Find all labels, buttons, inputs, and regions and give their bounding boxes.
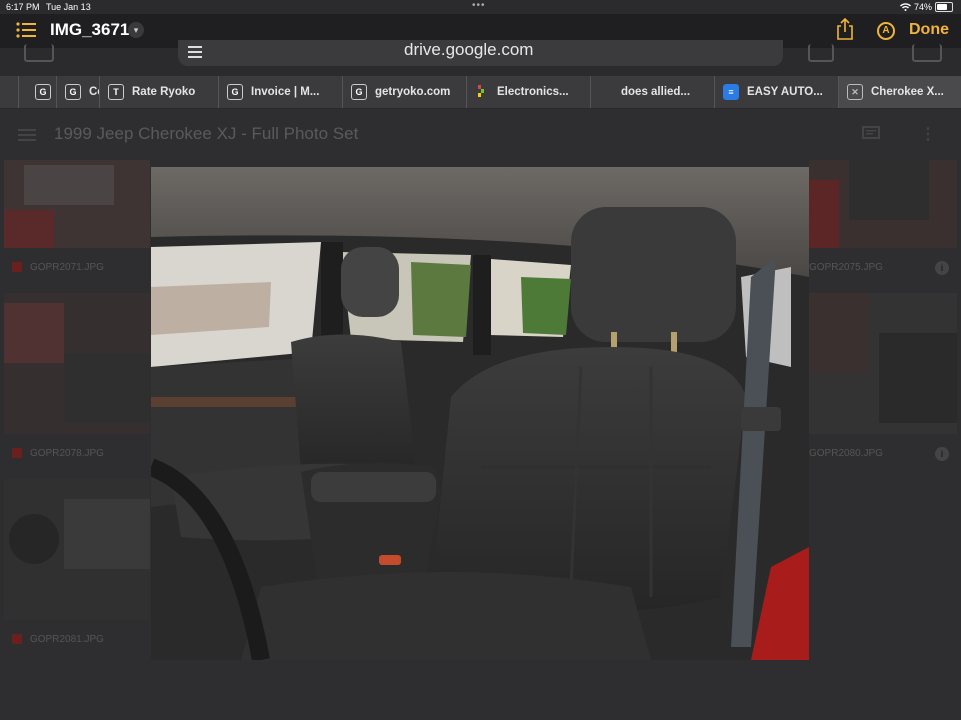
file-label[interactable]: GOPR2078.JPG — [12, 448, 104, 459]
image-file-icon — [12, 262, 22, 273]
battery-percent: 74% — [913, 2, 932, 12]
google-favicon-icon: G — [227, 84, 243, 100]
tab-3[interactable]: G Invoice | M... — [218, 76, 342, 108]
document-title[interactable]: IMG_3671 — [50, 20, 129, 40]
done-button[interactable]: Done — [909, 21, 949, 39]
markup-icon[interactable]: A — [877, 22, 895, 40]
chevron-down-icon[interactable]: ▾ — [128, 22, 144, 38]
tab-2[interactable]: T Rate Ryoko — [99, 76, 218, 108]
battery-indicator: 74% — [899, 2, 953, 12]
image-file-icon — [12, 448, 22, 459]
battery-icon — [935, 2, 953, 12]
share-icon[interactable] — [836, 18, 854, 40]
tab-4[interactable]: Ggetryoko.com — [342, 76, 466, 108]
google-favicon-icon: G — [351, 84, 367, 100]
multitasking-dots-icon[interactable]: ••• — [472, 0, 486, 11]
tabs-icon[interactable] — [808, 44, 834, 62]
file-label[interactable]: GOPR2071.JPG — [12, 262, 104, 273]
file-label[interactable]: GOPR2081.JPG — [12, 634, 104, 645]
car-interior-photo — [151, 167, 809, 660]
tab-5[interactable]: Electronics... — [466, 76, 590, 108]
drive-menu-icon[interactable] — [18, 128, 36, 146]
info-icon[interactable]: i — [935, 447, 949, 461]
tab-0[interactable]: G — [18, 76, 58, 108]
close-icon[interactable]: ✕ — [847, 84, 863, 100]
status-bar: 6:17 PM Tue Jan 13 ••• 74% — [0, 0, 961, 14]
thumbnail[interactable] — [4, 479, 150, 620]
thumbnail[interactable] — [809, 160, 957, 248]
e-favicon-icon: ≡ — [723, 84, 739, 100]
info-icon[interactable]: i — [935, 261, 949, 275]
page-menu-icon[interactable] — [188, 46, 202, 61]
tab-bar: G GCo TRate Ryoko GInvoice | M... Ggetry… — [0, 76, 961, 109]
url-text[interactable]: drive.google.com — [404, 40, 533, 60]
tab-overview-icon[interactable] — [912, 44, 942, 62]
comment-icon[interactable] — [862, 126, 880, 147]
google-favicon-icon: G — [65, 84, 81, 100]
image-file-icon — [12, 634, 22, 645]
t-favicon-icon: T — [108, 84, 124, 100]
thumbnail[interactable] — [809, 293, 957, 434]
tab-1[interactable]: GCo — [56, 76, 100, 108]
tab-6[interactable]: does allied... — [590, 76, 714, 108]
list-icon[interactable] — [16, 22, 36, 38]
file-label[interactable]: GOPR2075.JPG — [809, 262, 883, 273]
tab-8-active[interactable]: ✕ Cherokee X... — [838, 76, 961, 108]
status-date: Tue Jan 13 — [46, 2, 91, 12]
sidebar-toggle-icon[interactable] — [24, 44, 54, 62]
status-time: 6:17 PM — [6, 2, 40, 12]
address-bar[interactable]: drive.google.com — [178, 40, 783, 66]
thumbnail[interactable] — [4, 160, 150, 248]
folder-title: 1999 Jeep Cherokee XJ - Full Photo Set — [54, 124, 359, 143]
thumbnail[interactable] — [4, 293, 150, 434]
more-vert-icon[interactable]: ⋮ — [920, 124, 936, 144]
file-label[interactable]: GOPR2080.JPG — [809, 448, 883, 459]
tab-7[interactable]: ≡ EASY AUTO... — [714, 76, 838, 108]
colored-dots-favicon-icon — [475, 85, 489, 99]
wifi-icon — [899, 3, 911, 11]
